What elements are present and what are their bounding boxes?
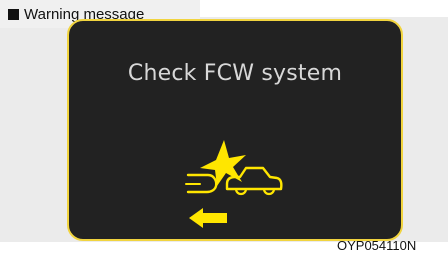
arrow-left-icon [189, 208, 227, 228]
bullet-square-icon [8, 8, 19, 20]
collision-star-icon [200, 140, 246, 186]
image-code: OYP054110N [337, 238, 417, 253]
fcw-collision-warning-icon [185, 140, 283, 228]
cluster-display: Check FCW system [67, 19, 403, 241]
warning-message-text: Check FCW system [127, 61, 343, 86]
